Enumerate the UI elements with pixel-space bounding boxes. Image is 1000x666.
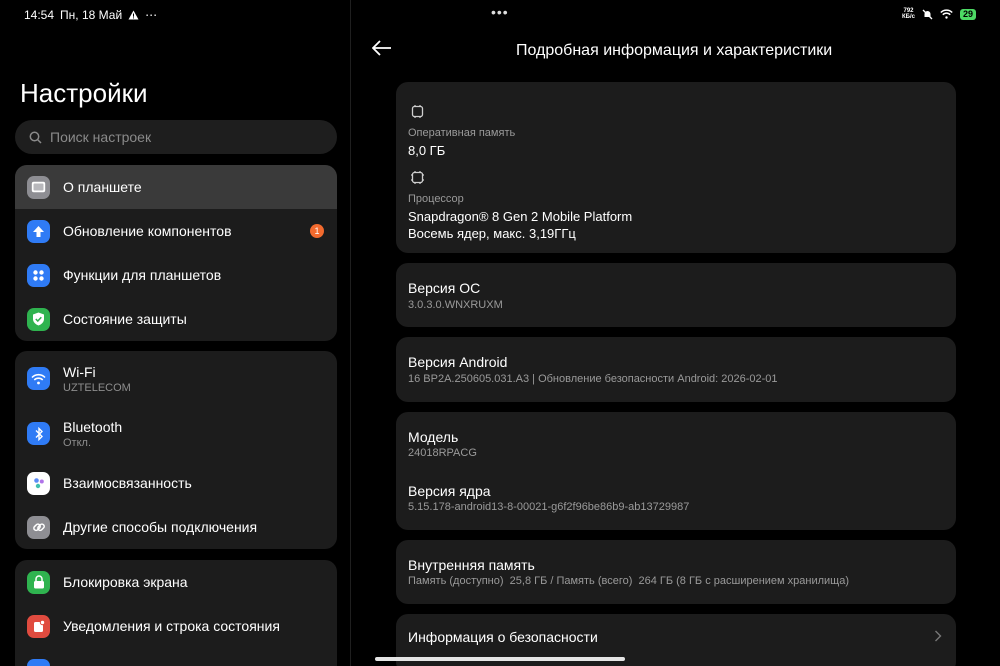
cpu-details: Восемь ядер, макс. 3,19ГГц [408, 226, 576, 241]
ram-label: Оперативная память [408, 127, 516, 139]
grid-icon [27, 263, 50, 287]
sidebar-item-label: Обновление компонентов [63, 223, 232, 239]
home-indicator[interactable] [375, 657, 625, 661]
desktop-icon [27, 658, 50, 666]
network-speed-unit: КБ/с [902, 14, 915, 20]
storage-label: Внутренняя память [408, 557, 535, 573]
link-icon [27, 515, 50, 539]
sidebar-item-label: Уведомления и строка состояния [63, 618, 280, 634]
chevron-right-icon [935, 630, 942, 642]
back-arrow-icon[interactable] [372, 40, 392, 56]
sidebar-item-label: Состояние защиты [63, 311, 187, 327]
model-kernel-card: Модель 24018RPACG Версия ядра 5.15.178-a… [396, 412, 956, 530]
sidebar-item-label: Взаимосвязанность [63, 475, 192, 491]
settings-sidebar: 14:54 Пн, 18 Май ⋯ Настройки О планшете … [0, 0, 350, 666]
wifi-icon [27, 367, 50, 390]
model-label: Модель [408, 429, 459, 445]
search-bar[interactable] [15, 120, 337, 154]
sidebar-item-sublabel: Откл. [63, 436, 92, 449]
sidebar-item-sublabel: UZTELECOM [63, 381, 131, 394]
ram-value: 8,0 ГБ [408, 143, 446, 158]
wifi-status-icon [940, 9, 953, 19]
settings-group-security: Блокировка экрана Уведомления и строка с… [15, 560, 337, 666]
update-arrow-icon [27, 219, 50, 243]
sidebar-item-wifi[interactable]: Wi-Fi UZTELECOM [15, 351, 337, 406]
more-dots-icon: ⋯ [145, 8, 158, 22]
sidebar-item-component-updates[interactable]: Обновление компонентов 1 [15, 209, 337, 253]
cpu-name: Snapdragon® 8 Gen 2 Mobile Platform [408, 209, 633, 224]
page-title: Настройки [20, 78, 148, 108]
tablet-icon [27, 175, 50, 199]
window-menu-dots-icon[interactable]: ••• [491, 4, 509, 20]
sidebar-item-tablet-features[interactable]: Функции для планшетов [15, 253, 337, 297]
settings-group-connections: Wi-Fi UZTELECOM Bluetooth Откл. Взаимосв… [15, 351, 337, 549]
android-version-card[interactable]: Версия Android 16 BP2A.250605.031.A3 | О… [396, 337, 956, 402]
alert-icon [128, 10, 139, 20]
network-speed: 792 КБ/с [902, 8, 915, 20]
sidebar-item-partial[interactable] [15, 648, 337, 666]
android-version-value: 16 BP2A.250605.031.A3 | Обновление безоп… [408, 373, 778, 385]
sidebar-item-label: О планшете [63, 179, 142, 195]
os-version-label: Версия ОС [408, 280, 481, 296]
status-time: 14:54 [24, 8, 55, 22]
battery-level: 29 [959, 8, 976, 20]
hardware-card: Оперативная память 8,0 ГБ Процессор Snap… [396, 82, 956, 253]
mute-bell-icon [922, 9, 933, 19]
settings-group-device: О планшете Обновление компонентов 1 Функ… [15, 165, 337, 341]
model-value: 24018RPACG [408, 447, 477, 459]
processor-chip-icon [411, 171, 424, 184]
pane-divider [350, 0, 351, 666]
bluetooth-icon [27, 422, 50, 445]
os-version-value: 3.0.3.0.WNXRUXM [408, 299, 503, 311]
security-info-label: Информация о безопасности [408, 629, 598, 645]
sidebar-item-label: Wi-Fi [63, 363, 96, 380]
sidebar-item-lock-screen[interactable]: Блокировка экрана [15, 560, 337, 604]
sidebar-item-interconnectivity[interactable]: Взаимосвязанность [15, 461, 337, 505]
sidebar-item-label: Блокировка экрана [63, 574, 188, 590]
sidebar-item-notifications[interactable]: Уведомления и строка состояния [15, 604, 337, 648]
update-count-badge: 1 [310, 224, 324, 238]
sidebar-item-bluetooth[interactable]: Bluetooth Откл. [15, 406, 337, 461]
kernel-value: 5.15.178-android13-8-00021-g6f2f96be86b9… [408, 501, 690, 513]
sidebar-item-protection-status[interactable]: Состояние защиты [15, 297, 337, 341]
os-version-card[interactable]: Версия ОС 3.0.3.0.WNXRUXM [396, 263, 956, 327]
sidebar-item-label: Функции для планшетов [63, 267, 222, 283]
search-icon [29, 131, 42, 144]
sidebar-item-other-connections[interactable]: Другие способы подключения [15, 505, 337, 549]
cpu-label: Процессор [408, 193, 464, 205]
storage-card[interactable]: Внутренняя память Память (доступно) 25,8… [396, 540, 956, 604]
notification-icon [27, 614, 50, 638]
search-input[interactable] [50, 129, 310, 145]
sidebar-item-label: Bluetooth [63, 418, 123, 435]
storage-value: Память (доступно) 25,8 ГБ / Память (всег… [408, 575, 850, 587]
shield-icon [27, 307, 50, 331]
status-bar-left: 14:54 Пн, 18 Май ⋯ [24, 8, 157, 22]
sidebar-item-about-tablet[interactable]: О планшете [15, 165, 337, 209]
memory-chip-icon [411, 105, 424, 118]
android-version-label: Версия Android [408, 354, 508, 370]
sidebar-item-label: Другие способы подключения [63, 519, 258, 535]
status-bar-right: 792 КБ/с 29 [902, 8, 976, 20]
status-date: Пн, 18 Май [60, 8, 123, 22]
detail-page-title: Подробная информация и характеристики [516, 42, 833, 59]
interconnect-icon [27, 471, 50, 495]
lock-icon [27, 570, 50, 594]
kernel-label: Версия ядра [408, 483, 491, 499]
